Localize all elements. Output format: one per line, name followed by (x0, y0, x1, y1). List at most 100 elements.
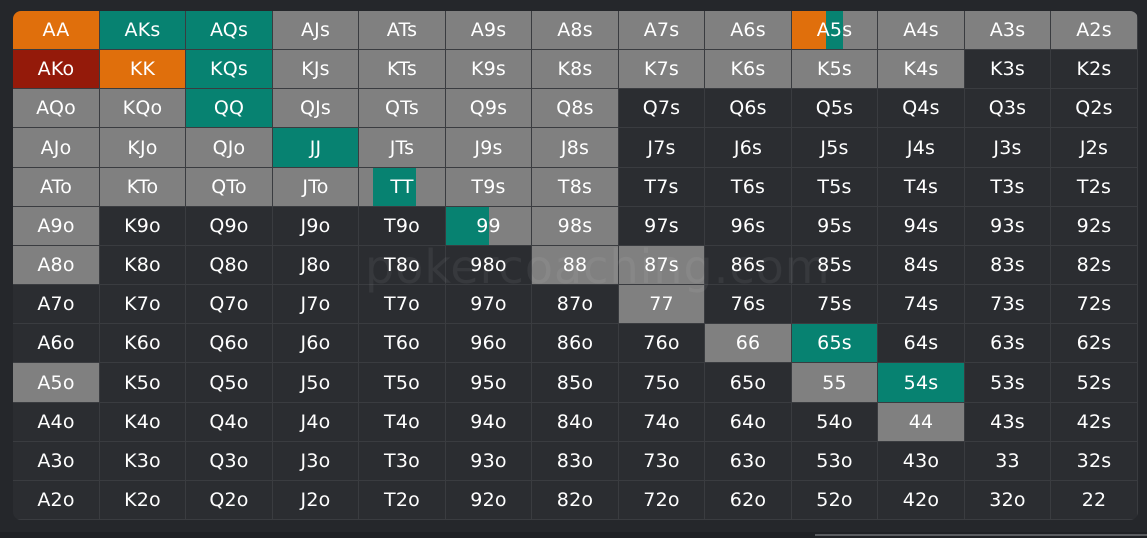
hand-cell-96o[interactable]: 96o (446, 324, 532, 363)
hand-cell-qjs[interactable]: QJs (273, 89, 359, 128)
hand-cell-a9o[interactable]: A9o (13, 207, 100, 246)
hand-cell-74s[interactable]: 74s (878, 285, 965, 324)
hand-cell-j5o[interactable]: J5o (273, 363, 359, 403)
hand-cell-aqo[interactable]: AQo (13, 89, 100, 128)
hand-cell-j9o[interactable]: J9o (273, 207, 359, 246)
hand-cell-j3o[interactable]: J3o (273, 442, 359, 481)
hand-cell-a4s[interactable]: A4s (878, 11, 965, 50)
hand-cell-95s[interactable]: 95s (792, 207, 878, 246)
hand-cell-84o[interactable]: 84o (532, 403, 619, 442)
hand-cell-k7o[interactable]: K7o (100, 285, 186, 324)
hand-cell-t9s[interactable]: T9s (446, 168, 532, 207)
hand-cell-42o[interactable]: 42o (878, 481, 965, 520)
hand-cell-tt[interactable]: TT (359, 168, 446, 207)
hand-cell-t8s[interactable]: T8s (532, 168, 619, 207)
hand-cell-k5s[interactable]: K5s (792, 50, 878, 89)
hand-cell-j8s[interactable]: J8s (532, 128, 619, 168)
hand-cell-65o[interactable]: 65o (705, 363, 792, 403)
hand-cell-t5o[interactable]: T5o (359, 363, 446, 403)
hand-cell-94s[interactable]: 94s (878, 207, 965, 246)
hand-cell-aks[interactable]: AKs (100, 11, 186, 50)
hand-cell-63s[interactable]: 63s (965, 324, 1051, 363)
hand-cell-j6s[interactable]: J6s (705, 128, 792, 168)
hand-cell-k4o[interactable]: K4o (100, 403, 186, 442)
hand-cell-a7o[interactable]: A7o (13, 285, 100, 324)
hand-cell-j3s[interactable]: J3s (965, 128, 1051, 168)
hand-cell-t4s[interactable]: T4s (878, 168, 965, 207)
hand-cell-j8o[interactable]: J8o (273, 246, 359, 285)
hand-cell-a6s[interactable]: A6s (705, 11, 792, 50)
hand-cell-83s[interactable]: 83s (965, 246, 1051, 285)
hand-cell-85o[interactable]: 85o (532, 363, 619, 403)
hand-cell-a3s[interactable]: A3s (965, 11, 1051, 50)
hand-cell-96s[interactable]: 96s (705, 207, 792, 246)
hand-cell-55[interactable]: 55 (792, 363, 878, 403)
hand-cell-k3o[interactable]: K3o (100, 442, 186, 481)
hand-cell-t6o[interactable]: T6o (359, 324, 446, 363)
hand-cell-86o[interactable]: 86o (532, 324, 619, 363)
hand-cell-84s[interactable]: 84s (878, 246, 965, 285)
hand-cell-k2o[interactable]: K2o (100, 481, 186, 520)
hand-cell-72o[interactable]: 72o (619, 481, 705, 520)
hand-cell-72s[interactable]: 72s (1051, 285, 1138, 324)
hand-cell-t7s[interactable]: T7s (619, 168, 705, 207)
hand-cell-52o[interactable]: 52o (792, 481, 878, 520)
hand-cell-ato[interactable]: ATo (13, 168, 100, 207)
hand-cell-82s[interactable]: 82s (1051, 246, 1138, 285)
hand-cell-a3o[interactable]: A3o (13, 442, 100, 481)
hand-cell-k9o[interactable]: K9o (100, 207, 186, 246)
hand-cell-98s[interactable]: 98s (532, 207, 619, 246)
hand-cell-q6o[interactable]: Q6o (186, 324, 273, 363)
hand-cell-qto[interactable]: QTo (186, 168, 273, 207)
hand-cell-k9s[interactable]: K9s (446, 50, 532, 89)
hand-cell-74o[interactable]: 74o (619, 403, 705, 442)
hand-cell-42s[interactable]: 42s (1051, 403, 1138, 442)
hand-cell-32o[interactable]: 32o (965, 481, 1051, 520)
hand-cell-q9o[interactable]: Q9o (186, 207, 273, 246)
hand-cell-q5s[interactable]: Q5s (792, 89, 878, 128)
hand-cell-jts[interactable]: JTs (359, 128, 446, 168)
hand-cell-k6s[interactable]: K6s (705, 50, 792, 89)
hand-cell-t7o[interactable]: T7o (359, 285, 446, 324)
hand-cell-j2s[interactable]: J2s (1051, 128, 1138, 168)
hand-cell-k4s[interactable]: K4s (878, 50, 965, 89)
hand-cell-44[interactable]: 44 (878, 403, 965, 442)
hand-cell-t3o[interactable]: T3o (359, 442, 446, 481)
hand-cell-76o[interactable]: 76o (619, 324, 705, 363)
hand-cell-76s[interactable]: 76s (705, 285, 792, 324)
hand-cell-k2s[interactable]: K2s (1051, 50, 1138, 89)
hand-cell-aqs[interactable]: AQs (186, 11, 273, 50)
hand-cell-kjs[interactable]: KJs (273, 50, 359, 89)
hand-cell-ajo[interactable]: AJo (13, 128, 100, 168)
hand-cell-97s[interactable]: 97s (619, 207, 705, 246)
hand-cell-ako[interactable]: AKo (13, 50, 100, 89)
hand-cell-kjo[interactable]: KJo (100, 128, 186, 168)
hand-cell-q6s[interactable]: Q6s (705, 89, 792, 128)
hand-cell-aa[interactable]: AA (13, 11, 100, 50)
hand-cell-53o[interactable]: 53o (792, 442, 878, 481)
hand-cell-j7s[interactable]: J7s (619, 128, 705, 168)
hand-cell-q8o[interactable]: Q8o (186, 246, 273, 285)
hand-cell-q4s[interactable]: Q4s (878, 89, 965, 128)
hand-cell-t9o[interactable]: T9o (359, 207, 446, 246)
hand-cell-92s[interactable]: 92s (1051, 207, 1138, 246)
hand-cell-j5s[interactable]: J5s (792, 128, 878, 168)
hand-cell-k8s[interactable]: K8s (532, 50, 619, 89)
hand-cell-83o[interactable]: 83o (532, 442, 619, 481)
hand-cell-k7s[interactable]: K7s (619, 50, 705, 89)
hand-cell-q2s[interactable]: Q2s (1051, 89, 1138, 128)
hand-cell-qts[interactable]: QTs (359, 89, 446, 128)
hand-cell-43s[interactable]: 43s (965, 403, 1051, 442)
hand-cell-a6o[interactable]: A6o (13, 324, 100, 363)
hand-cell-t2s[interactable]: T2s (1051, 168, 1138, 207)
hand-cell-k3s[interactable]: K3s (965, 50, 1051, 89)
hand-cell-qq[interactable]: QQ (186, 89, 273, 128)
hand-cell-54s[interactable]: 54s (878, 363, 965, 403)
hand-cell-a5s[interactable]: A5s (792, 11, 878, 50)
hand-cell-kk[interactable]: KK (100, 50, 186, 89)
hand-cell-75o[interactable]: 75o (619, 363, 705, 403)
hand-cell-t4o[interactable]: T4o (359, 403, 446, 442)
hand-cell-54o[interactable]: 54o (792, 403, 878, 442)
hand-cell-a2o[interactable]: A2o (13, 481, 100, 520)
hand-cell-t8o[interactable]: T8o (359, 246, 446, 285)
